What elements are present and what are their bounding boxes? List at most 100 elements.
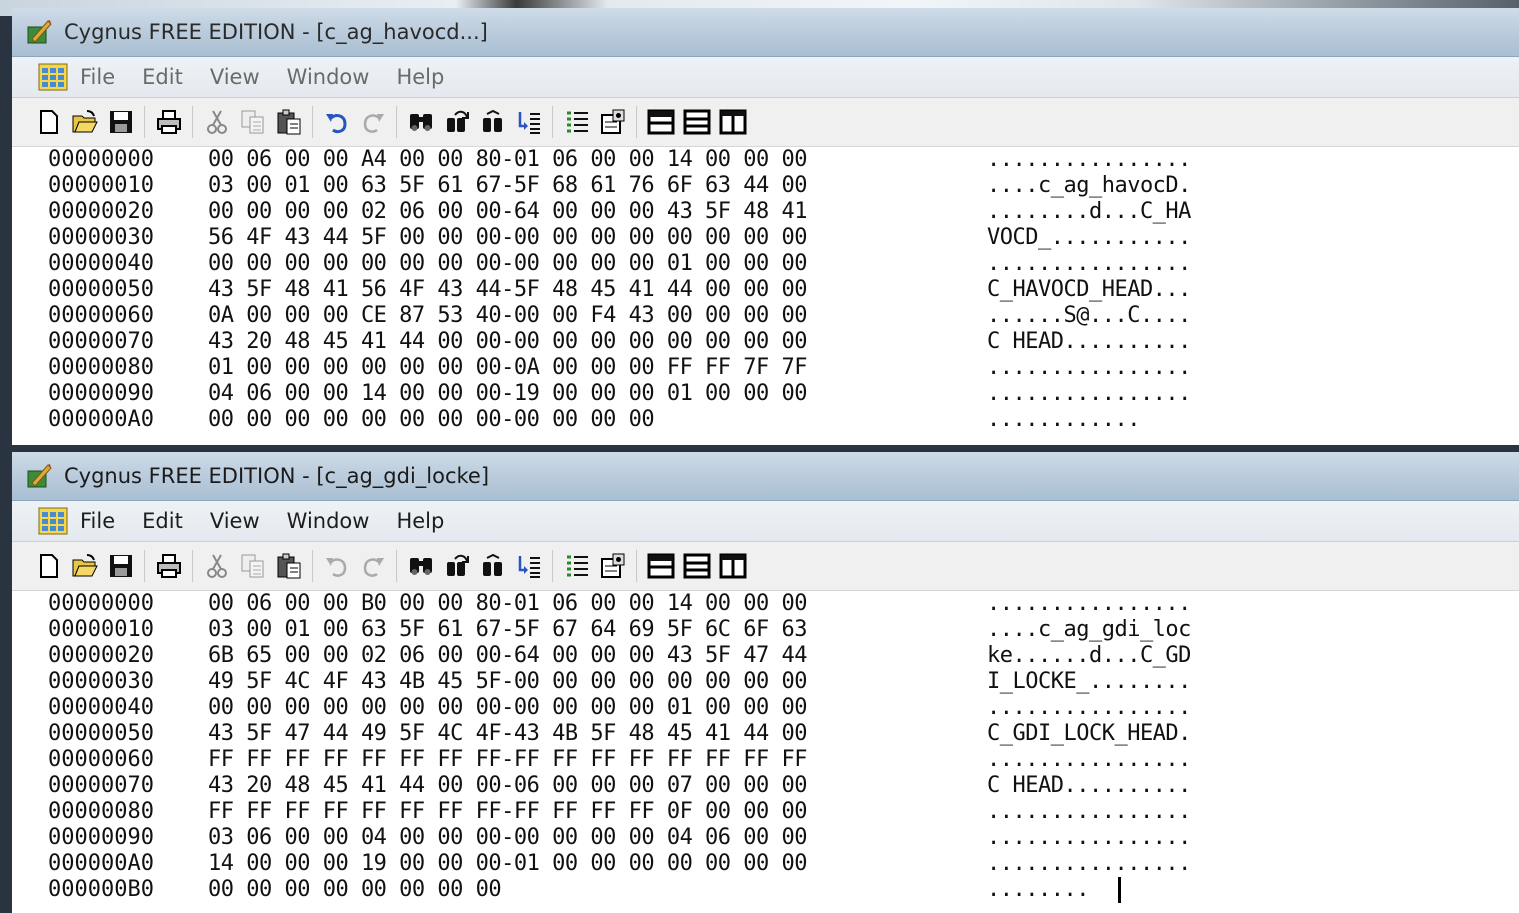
ascii-text[interactable]: ................: [987, 695, 1191, 721]
goto-icon[interactable]: [514, 107, 544, 137]
title-bar[interactable]: Cygnus FREE EDITION - [c_ag_havocd...]: [12, 8, 1519, 57]
hex-bytes[interactable]: 00 06 00 00 A4 00 00 80-01 06 00 00 14 0…: [208, 147, 808, 173]
split-horizontal-icon[interactable]: [646, 107, 676, 137]
hex-bytes[interactable]: 00 06 00 00 B0 00 00 80-01 06 00 00 14 0…: [208, 591, 808, 617]
ascii-text[interactable]: ke......d...C_GD: [987, 643, 1191, 669]
hex-row[interactable]: 00000010 03 00 01 00 63 5F 61 67-5F 68 61…: [12, 173, 1519, 199]
ascii-text[interactable]: VOCD_...........: [987, 225, 1191, 251]
ascii-text[interactable]: ................: [987, 825, 1191, 851]
find-binoculars-icon[interactable]: [406, 107, 436, 137]
split-horizontal-icon[interactable]: [646, 551, 676, 581]
properties-list-icon[interactable]: [562, 551, 592, 581]
copy-icon[interactable]: [238, 107, 268, 137]
ascii-text[interactable]: ................: [987, 147, 1191, 173]
hex-editor-window-havocd[interactable]: Cygnus FREE EDITION - [c_ag_havocd...] F…: [12, 8, 1519, 445]
ascii-text[interactable]: I_LOCKE_........: [987, 669, 1191, 695]
menu-edit[interactable]: Edit: [142, 509, 183, 533]
ascii-text[interactable]: ................: [987, 851, 1191, 877]
ascii-text[interactable]: ......S@...C....: [987, 303, 1191, 329]
print-icon[interactable]: [154, 107, 184, 137]
split-vertical-icon[interactable]: [718, 107, 748, 137]
split-vertical-icon[interactable]: [718, 551, 748, 581]
hex-view[interactable]: 00000000 00 06 00 00 B0 00 00 80-01 06 00…: [12, 591, 1519, 913]
menu-file[interactable]: File: [80, 65, 115, 89]
hex-row[interactable]: 00000060 FF FF FF FF FF FF FF FF-FF FF FF…: [12, 747, 1519, 773]
hex-row[interactable]: 00000090 03 06 00 00 04 00 00 00-00 00 00…: [12, 825, 1519, 851]
hex-row[interactable]: 000000B0 00 00 00 00 00 00 00 00........: [12, 877, 1519, 903]
hex-bytes[interactable]: 03 00 01 00 63 5F 61 67-5F 68 61 76 6F 6…: [208, 173, 808, 199]
menu-help[interactable]: Help: [396, 65, 444, 89]
cut-icon[interactable]: [202, 551, 232, 581]
hex-row[interactable]: 00000000 00 06 00 00 A4 00 00 80-01 06 00…: [12, 147, 1519, 173]
hex-bytes[interactable]: 6B 65 00 00 02 06 00 00-64 00 00 00 43 5…: [208, 643, 808, 669]
open-folder-icon[interactable]: [70, 107, 100, 137]
ascii-text[interactable]: ................: [987, 591, 1191, 617]
hex-row[interactable]: 00000050 43 5F 48 41 56 4F 43 44-5F 48 45…: [12, 277, 1519, 303]
menu-view[interactable]: View: [210, 65, 260, 89]
hex-bytes[interactable]: 43 5F 47 44 49 5F 4C 4F-43 4B 5F 48 45 4…: [208, 721, 808, 747]
hex-bytes[interactable]: FF FF FF FF FF FF FF FF-FF FF FF FF FF F…: [208, 747, 808, 773]
new-file-icon[interactable]: [34, 551, 64, 581]
hex-bytes[interactable]: 01 00 00 00 00 00 00 00-0A 00 00 00 FF F…: [208, 355, 808, 381]
find-binoculars-icon[interactable]: [406, 551, 436, 581]
new-file-icon[interactable]: [34, 107, 64, 137]
hex-row[interactable]: 00000070 43 20 48 45 41 44 00 00-06 00 00…: [12, 773, 1519, 799]
hex-bytes[interactable]: 56 4F 43 44 5F 00 00 00-00 00 00 00 00 0…: [208, 225, 808, 251]
hex-row[interactable]: 00000020 6B 65 00 00 02 06 00 00-64 00 00…: [12, 643, 1519, 669]
hex-row[interactable]: 00000030 56 4F 43 44 5F 00 00 00-00 00 00…: [12, 225, 1519, 251]
settings-icon[interactable]: [598, 107, 628, 137]
ascii-text[interactable]: ............: [987, 407, 1140, 433]
hex-bytes[interactable]: 00 00 00 00 02 06 00 00-64 00 00 00 43 5…: [208, 199, 808, 225]
split-rows-icon[interactable]: [682, 551, 712, 581]
hex-row[interactable]: 00000080 01 00 00 00 00 00 00 00-0A 00 00…: [12, 355, 1519, 381]
hex-row[interactable]: 00000040 00 00 00 00 00 00 00 00-00 00 00…: [12, 695, 1519, 721]
title-bar[interactable]: Cygnus FREE EDITION - [c_ag_gdi_locke]: [12, 452, 1519, 501]
redo-icon[interactable]: [358, 107, 388, 137]
ascii-text[interactable]: ....c_ag_gdi_loc: [987, 617, 1191, 643]
find-next-icon[interactable]: [478, 551, 508, 581]
print-icon[interactable]: [154, 551, 184, 581]
hex-row[interactable]: 000000A0 14 00 00 00 19 00 00 00-01 00 00…: [12, 851, 1519, 877]
hex-editor-window-gdi-locke[interactable]: Cygnus FREE EDITION - [c_ag_gdi_locke] F…: [12, 452, 1519, 913]
ascii-text[interactable]: ........d...C_HA: [987, 199, 1191, 225]
hex-row[interactable]: 00000040 00 00 00 00 00 00 00 00-00 00 00…: [12, 251, 1519, 277]
hex-row[interactable]: 00000030 49 5F 4C 4F 43 4B 45 5F-00 00 00…: [12, 669, 1519, 695]
hex-bytes[interactable]: 04 06 00 00 14 00 00 00-19 00 00 00 01 0…: [208, 381, 808, 407]
hex-row[interactable]: 00000020 00 00 00 00 02 06 00 00-64 00 00…: [12, 199, 1519, 225]
copy-icon[interactable]: [238, 551, 268, 581]
ascii-text[interactable]: C_HAVOCD_HEAD...: [987, 277, 1191, 303]
ascii-text[interactable]: ................: [987, 381, 1191, 407]
cut-icon[interactable]: [202, 107, 232, 137]
hex-row[interactable]: 00000000 00 06 00 00 B0 00 00 80-01 06 00…: [12, 591, 1519, 617]
menu-window[interactable]: Window: [287, 509, 370, 533]
undo-icon[interactable]: [322, 551, 352, 581]
hex-view[interactable]: 00000000 00 06 00 00 A4 00 00 80-01 06 00…: [12, 147, 1519, 445]
hex-row[interactable]: 00000060 0A 00 00 00 CE 87 53 40-00 00 F4…: [12, 303, 1519, 329]
menu-view[interactable]: View: [210, 509, 260, 533]
ascii-text[interactable]: ................: [987, 747, 1191, 773]
open-folder-icon[interactable]: [70, 551, 100, 581]
hex-bytes[interactable]: 14 00 00 00 19 00 00 00-01 00 00 00 00 0…: [208, 851, 808, 877]
hex-bytes[interactable]: 43 20 48 45 41 44 00 00-00 00 00 00 00 0…: [208, 329, 808, 355]
hex-row[interactable]: 00000010 03 00 01 00 63 5F 61 67-5F 67 64…: [12, 617, 1519, 643]
ascii-text[interactable]: ................: [987, 355, 1191, 381]
hex-row[interactable]: 00000090 04 06 00 00 14 00 00 00-19 00 00…: [12, 381, 1519, 407]
ascii-text[interactable]: C HEAD..........: [987, 773, 1191, 799]
goto-icon[interactable]: [514, 551, 544, 581]
ascii-text[interactable]: C HEAD..........: [987, 329, 1191, 355]
hex-bytes[interactable]: FF FF FF FF FF FF FF FF-FF FF FF FF 0F 0…: [208, 799, 808, 825]
hex-row[interactable]: 00000070 43 20 48 45 41 44 00 00-00 00 00…: [12, 329, 1519, 355]
hex-row[interactable]: 00000050 43 5F 47 44 49 5F 4C 4F-43 4B 5F…: [12, 721, 1519, 747]
document-grid-icon[interactable]: [38, 63, 68, 91]
hex-row[interactable]: 00000080 FF FF FF FF FF FF FF FF-FF FF FF…: [12, 799, 1519, 825]
hex-bytes[interactable]: 49 5F 4C 4F 43 4B 45 5F-00 00 00 00 00 0…: [208, 669, 808, 695]
find-replace-icon[interactable]: [442, 107, 472, 137]
save-disk-icon[interactable]: [106, 551, 136, 581]
paste-icon[interactable]: [274, 107, 304, 137]
hex-bytes[interactable]: 00 00 00 00 00 00 00 00-00 00 00 00 01 0…: [208, 695, 808, 721]
menu-help[interactable]: Help: [396, 509, 444, 533]
find-next-icon[interactable]: [478, 107, 508, 137]
hex-bytes[interactable]: 00 00 00 00 00 00 00 00-00 00 00 00 01 0…: [208, 251, 808, 277]
menu-edit[interactable]: Edit: [142, 65, 183, 89]
document-grid-icon[interactable]: [38, 507, 68, 535]
